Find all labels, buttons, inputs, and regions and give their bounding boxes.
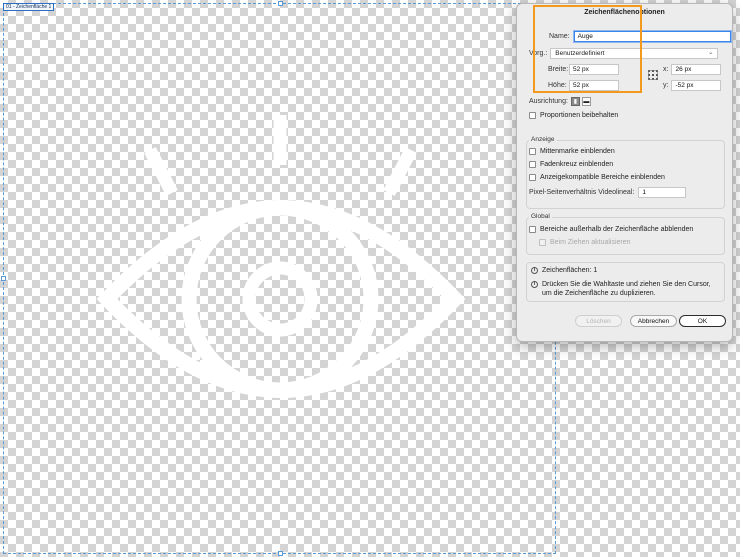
video-safe-checkbox[interactable]: Anzeigekompatible Bereiche einblenden xyxy=(529,174,665,181)
artboard-options-dialog: Zeichenflächenoptionen Name: Auge Vorg.:… xyxy=(516,3,733,342)
display-group-title: Anzeige xyxy=(529,136,557,143)
cancel-button[interactable]: Abbrechen xyxy=(630,315,677,327)
landscape-orientation-icon[interactable]: ▬ xyxy=(581,97,591,106)
reference-point-icon[interactable] xyxy=(648,70,658,80)
global-group-title: Global xyxy=(529,213,552,220)
checkbox[interactable] xyxy=(529,174,536,181)
preset-select[interactable]: Benutzerdefiniert ⌄ xyxy=(550,48,719,59)
preset-label: Vorg.: xyxy=(529,50,548,57)
checkbox[interactable] xyxy=(529,161,536,168)
keep-proportions-checkbox[interactable]: Proportionen beibehalten xyxy=(529,112,618,119)
checkbox[interactable] xyxy=(529,112,536,119)
preset-value: Benutzerdefiniert xyxy=(555,50,605,57)
update-drag-label: Beim Ziehen aktualisieren xyxy=(550,239,631,246)
delete-button[interactable]: Löschen xyxy=(575,315,622,327)
orientation-label: Ausrichtung: xyxy=(529,98,568,105)
y-label: y: xyxy=(663,82,669,89)
duplicate-hint: Drücken Sie die Wahltaste und ziehen Sie… xyxy=(542,281,711,297)
fade-outside-label: Bereiche außerhalb der Zeichenfläche abb… xyxy=(540,226,694,233)
pixel-ratio-input[interactable]: 1 xyxy=(638,187,687,198)
x-input[interactable]: 26 px xyxy=(671,64,722,75)
checkbox[interactable] xyxy=(529,226,536,233)
video-safe-label: Anzeigekompatible Bereiche einblenden xyxy=(540,174,665,181)
portrait-orientation-icon[interactable]: ▮ xyxy=(570,97,580,106)
global-group xyxy=(526,217,725,255)
crosshair-checkbox[interactable]: Fadenkreuz einblenden xyxy=(529,161,613,168)
checkbox[interactable] xyxy=(529,148,536,155)
crosshair-label: Fadenkreuz einblenden xyxy=(540,161,614,168)
ok-button[interactable]: OK xyxy=(679,315,726,327)
x-label: x: xyxy=(663,66,669,73)
y-input[interactable]: -52 px xyxy=(671,80,722,91)
center-mark-checkbox[interactable]: Mittenmarke einblenden xyxy=(529,148,615,155)
height-input[interactable]: 52 px xyxy=(569,80,619,91)
dialog-title: Zeichenflächenoptionen xyxy=(584,9,665,16)
artboard-count: Zeichenflächen: 1 xyxy=(542,267,598,274)
name-label: Name: xyxy=(549,33,570,40)
center-mark-label: Mittenmarke einblenden xyxy=(540,148,615,155)
keep-proportions-label: Proportionen beibehalten xyxy=(540,112,619,119)
update-drag-checkbox: Beim Ziehen aktualisieren xyxy=(539,239,631,246)
pixel-ratio-label: Pixel-Seitenverhältnis Videolineal: xyxy=(529,189,635,196)
info-icon: i xyxy=(531,281,538,288)
width-label: Breite: xyxy=(548,66,569,73)
fade-outside-checkbox[interactable]: Bereiche außerhalb der Zeichenfläche abb… xyxy=(529,226,693,233)
checkbox xyxy=(539,239,546,246)
eye-icon xyxy=(96,115,466,398)
info-icon: i xyxy=(531,267,538,274)
height-label: Höhe: xyxy=(548,82,567,89)
width-input[interactable]: 52 px xyxy=(569,64,619,75)
name-input[interactable]: Auge xyxy=(573,31,731,42)
chevron-down-icon: ⌄ xyxy=(708,50,714,56)
